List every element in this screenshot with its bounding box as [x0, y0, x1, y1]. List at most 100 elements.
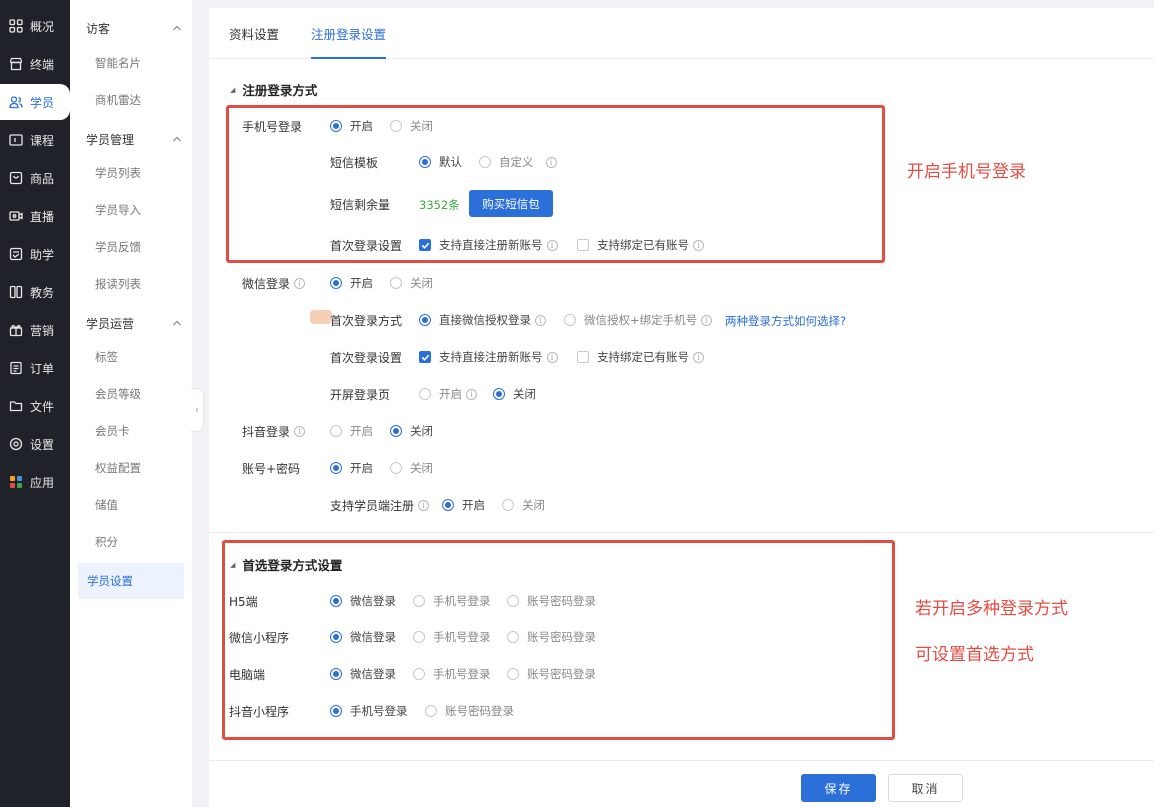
student-register-off-radio[interactable]: 关闭	[502, 497, 545, 513]
account-login-on-radio[interactable]: 开启	[330, 460, 373, 476]
sidebar-item-member-level[interactable]: 会员等级	[78, 379, 184, 409]
checkbox-checked	[419, 351, 431, 363]
item-label: 学员导入	[95, 203, 141, 217]
nav-live[interactable]: 直播	[0, 198, 70, 234]
annotation-multi-note-1: 若开启多种登录方式	[915, 599, 1068, 619]
info-icon[interactable]: i	[693, 351, 704, 363]
sidebar-item-student-list[interactable]: 学员列表	[78, 158, 184, 188]
item-label: 学员设置	[87, 574, 133, 588]
nav-academic[interactable]: 教务	[0, 274, 70, 310]
wechat-direct-auth-radio[interactable]: 直接微信授权登录 i	[419, 312, 546, 328]
nav-orders[interactable]: 订单	[0, 350, 70, 386]
tab-profile-settings[interactable]: 资料设置	[229, 8, 279, 59]
nav-label: 课程	[30, 133, 55, 148]
item-label: 标签	[95, 350, 118, 364]
how-to-choose-link[interactable]: 两种登录方式如何选择?	[725, 313, 846, 329]
nav-course[interactable]: 课程	[0, 122, 70, 158]
nav-files[interactable]: 文件	[0, 388, 70, 424]
nav-apps[interactable]: 应用	[0, 464, 70, 500]
sidebar-collapse-handle[interactable]: ‹	[191, 388, 204, 432]
info-icon[interactable]: i	[466, 388, 477, 400]
info-icon[interactable]: i	[418, 499, 430, 511]
douyin-login-on-radio[interactable]: 开启	[330, 423, 373, 439]
wechat-login-on-radio[interactable]: 开启	[330, 275, 373, 291]
group-student-manage[interactable]: 学员管理	[86, 124, 182, 154]
wechat-auth-bind-phone-radio[interactable]: 微信授权+绑定手机号 i	[564, 312, 713, 328]
info-icon[interactable]: i	[546, 351, 558, 363]
nav-terminal[interactable]: 终端	[0, 46, 70, 82]
student-register-on-radio[interactable]: 开启	[442, 497, 485, 513]
douyin-login-off-radio[interactable]: 关闭	[390, 423, 433, 439]
option-text: 关闭	[513, 387, 536, 401]
radio-checked	[390, 425, 402, 437]
sidebar-item-enroll-list[interactable]: 报读列表	[78, 269, 184, 299]
info-icon[interactable]: i	[294, 425, 306, 437]
chevron-left-icon: ‹	[195, 404, 199, 416]
chevron-up-icon	[173, 136, 181, 142]
sidebar-item-benefits[interactable]: 权益配置	[78, 453, 184, 483]
primary-sidebar: 概况 终端 学员 课程 商品 直播 助学 教务 营销 订单 文件 设置 应用	[0, 0, 70, 807]
tab-register-login-settings[interactable]: 注册登录设置	[311, 8, 387, 59]
info-icon[interactable]: i	[701, 314, 713, 326]
sidebar-item-student-import[interactable]: 学员导入	[78, 195, 184, 225]
nav-settings[interactable]: 设置	[0, 426, 70, 462]
group-label: 学员管理	[86, 132, 135, 147]
checkbox-unchecked	[577, 351, 589, 363]
label-text: 支持学员端注册	[330, 498, 415, 513]
footer-bar: 保存 取消	[209, 760, 1154, 807]
option-text: 微信授权+绑定手机号	[584, 313, 698, 327]
splash-off-radio[interactable]: 关闭	[493, 386, 536, 402]
splash-on-radio[interactable]: 开启 i	[419, 386, 477, 402]
nav-goods[interactable]: 商品	[0, 160, 70, 196]
order-icon	[8, 360, 24, 376]
account-login-off-radio[interactable]: 关闭	[390, 460, 433, 476]
sidebar-item-stored-value[interactable]: 储值	[78, 490, 184, 520]
option-text: 关闭	[522, 498, 545, 512]
radio-unchecked	[390, 277, 402, 289]
item-label: 学员反馈	[95, 240, 141, 254]
item-label: 学员列表	[95, 166, 141, 180]
radio-checked	[330, 462, 342, 474]
info-icon[interactable]: i	[294, 277, 306, 289]
item-label: 会员等级	[95, 387, 141, 401]
option-text: 开启	[350, 424, 373, 438]
option-text: 支持绑定已有账号	[597, 350, 689, 364]
nav-students[interactable]: 学员	[0, 84, 70, 120]
group-visitor[interactable]: 访客	[86, 13, 182, 43]
course-icon	[8, 132, 24, 148]
nav-assist[interactable]: 助学	[0, 236, 70, 272]
nav-marketing[interactable]: 营销	[0, 312, 70, 348]
cancel-button[interactable]: 取消	[888, 774, 963, 802]
sidebar-item-lead-radar[interactable]: 商机雷达	[78, 85, 184, 115]
chevron-up-icon	[173, 25, 181, 31]
sidebar-item-member-card[interactable]: 会员卡	[78, 416, 184, 446]
sidebar-item-points[interactable]: 积分	[78, 527, 184, 557]
option-text: 开启	[350, 461, 373, 475]
sidebar-item-tags[interactable]: 标签	[78, 342, 184, 372]
wechat-bind-existing-checkbox[interactable]: 支持绑定已有账号 i	[577, 349, 704, 365]
wechat-login-off-radio[interactable]: 关闭	[390, 275, 433, 291]
student-register-label: 支持学员端注册 i	[330, 497, 430, 513]
wechat-register-new-checkbox[interactable]: 支持直接注册新账号 i	[419, 349, 558, 365]
nav-label: 文件	[30, 399, 55, 414]
annotation-phone-note: 开启手机号登录	[907, 162, 1026, 182]
info-icon[interactable]: i	[535, 314, 546, 326]
label-text: 抖音登录	[242, 424, 291, 439]
save-button[interactable]: 保存	[801, 774, 876, 802]
item-label: 会员卡	[95, 424, 130, 438]
radio-checked	[442, 499, 454, 511]
nav-overview[interactable]: 概况	[0, 8, 70, 44]
nav-label: 订单	[30, 361, 55, 376]
douyin-login-label: 抖音登录 i	[242, 423, 306, 439]
section-title-login-methods: ◢ 注册登录方式	[230, 80, 317, 99]
book-icon	[8, 284, 24, 300]
nav-label: 教务	[30, 285, 55, 300]
radio-unchecked	[564, 314, 576, 326]
chevron-up-icon	[173, 320, 181, 326]
group-student-ops[interactable]: 学员运营	[86, 308, 182, 338]
radio-unchecked	[330, 425, 342, 437]
sidebar-item-student-settings[interactable]: 学员设置	[78, 563, 184, 599]
sidebar-item-student-feedback[interactable]: 学员反馈	[78, 232, 184, 262]
sidebar-item-smart-card[interactable]: 智能名片	[78, 48, 184, 78]
first-login-method-label: 首次登录方式	[330, 313, 403, 328]
